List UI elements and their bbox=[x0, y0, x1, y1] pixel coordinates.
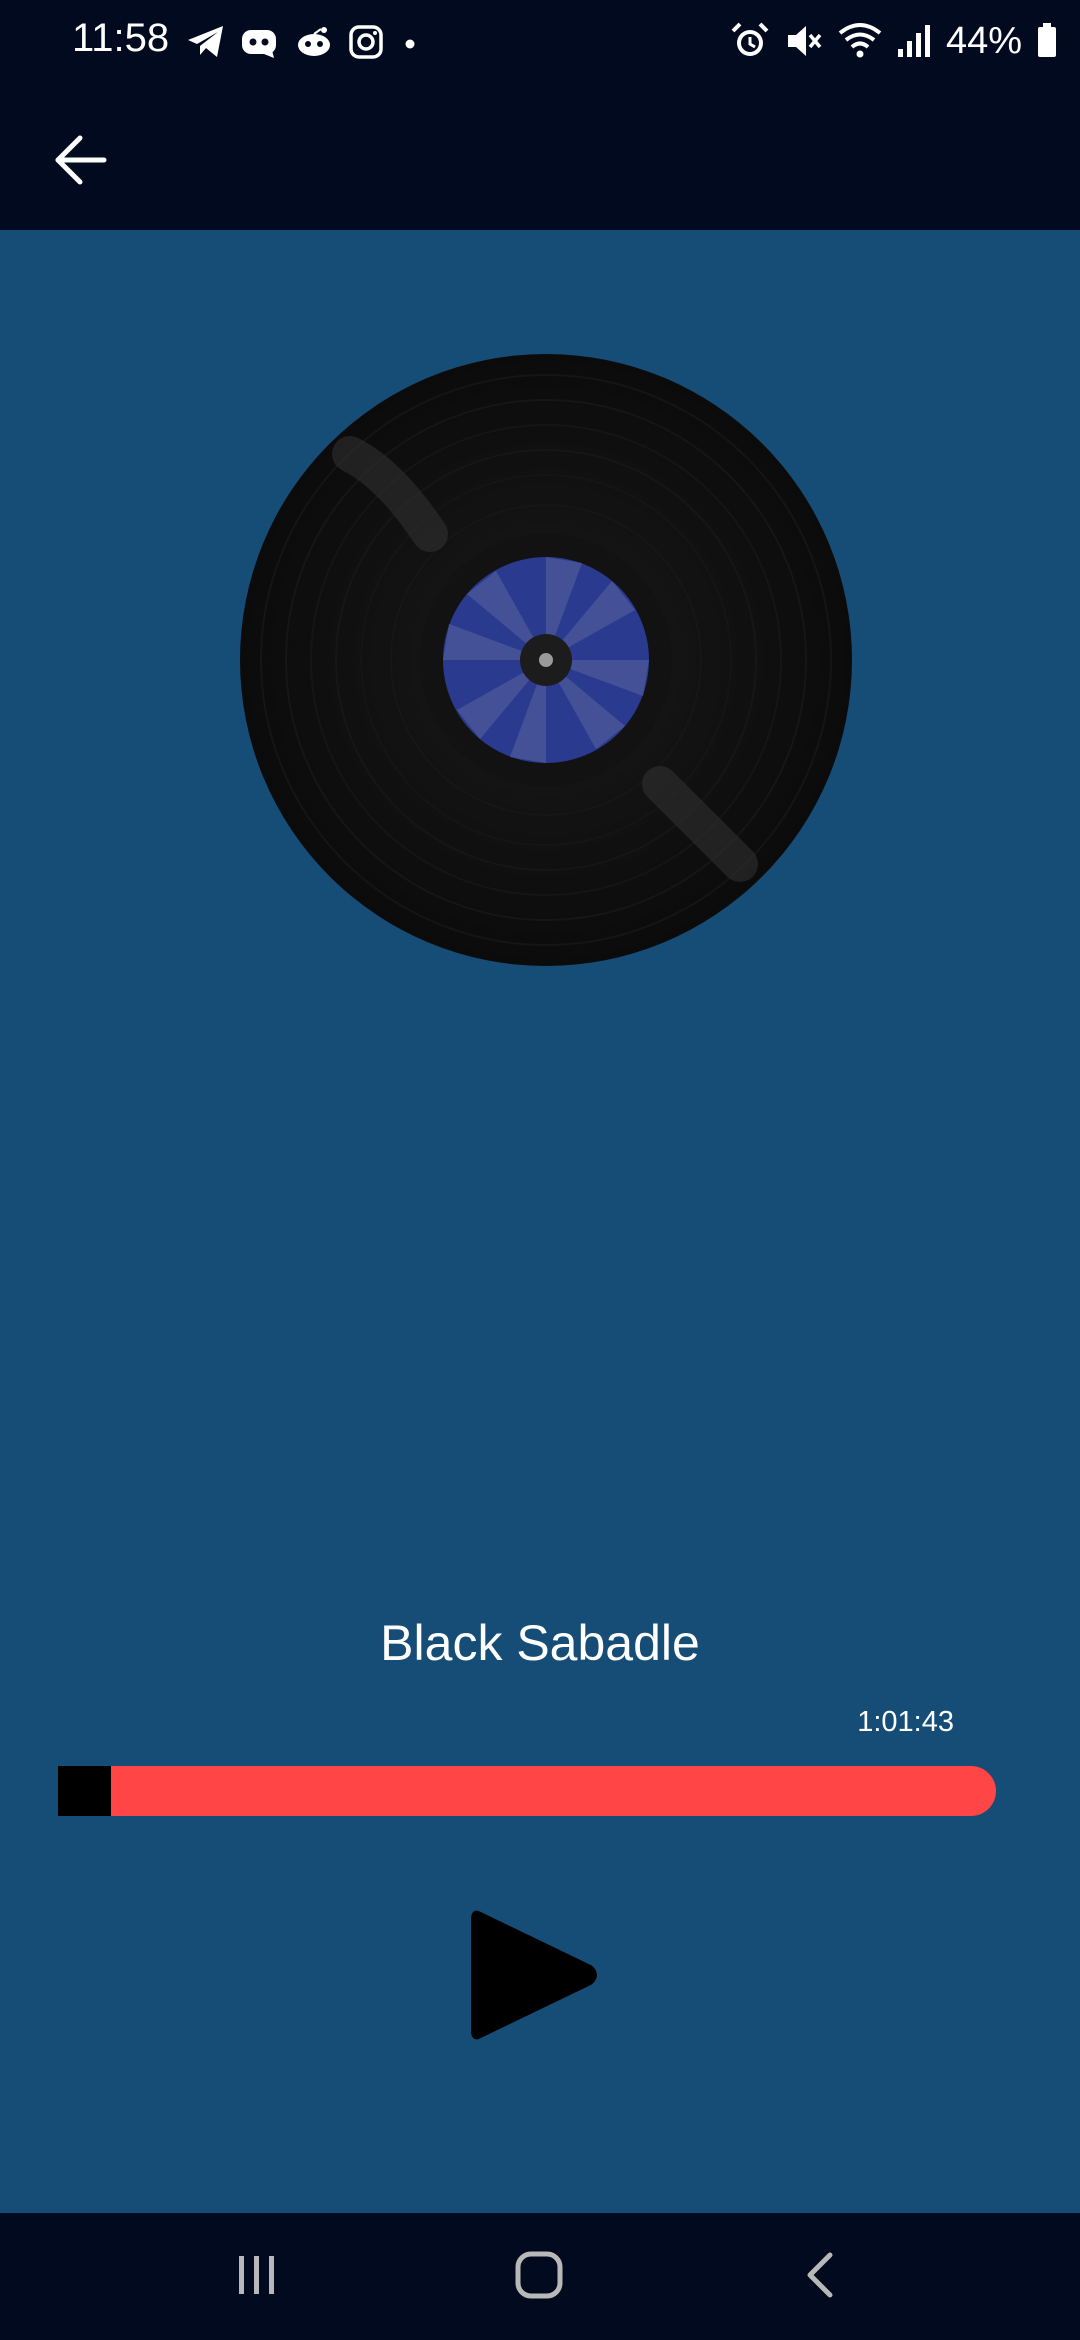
vinyl-record-icon bbox=[240, 354, 852, 966]
play-button[interactable] bbox=[470, 1906, 600, 2044]
system-back-button[interactable] bbox=[760, 2233, 880, 2321]
recent-apps-button[interactable] bbox=[197, 2233, 317, 2321]
instagram-icon bbox=[348, 24, 384, 60]
back-icon bbox=[800, 2249, 840, 2306]
discord-icon bbox=[240, 24, 280, 60]
track-title: Black Sabadle bbox=[380, 1615, 700, 1671]
play-icon bbox=[470, 1910, 600, 2048]
signal-icon bbox=[896, 21, 932, 61]
status-time: 11:58 bbox=[72, 16, 170, 60]
player-screen: Black Sabadle 1:01:43 bbox=[0, 230, 1080, 2213]
system-status: 44% bbox=[730, 18, 1058, 64]
progress-fill bbox=[58, 1766, 111, 1816]
home-button[interactable] bbox=[479, 2233, 599, 2321]
notification-dot-icon bbox=[398, 24, 422, 60]
alarm-icon bbox=[730, 21, 770, 61]
arrow-left-icon bbox=[52, 132, 108, 193]
back-button[interactable] bbox=[40, 122, 120, 202]
telegram-icon bbox=[186, 24, 226, 60]
battery-icon bbox=[1036, 21, 1058, 61]
battery-percentage: 44% bbox=[945, 19, 1022, 62]
progress-bar[interactable] bbox=[58, 1766, 996, 1816]
status-bar: 11:58 44% bbox=[0, 0, 1080, 82]
wifi-icon bbox=[838, 21, 882, 61]
track-duration: 1:01:43 bbox=[857, 1706, 954, 1738]
navigation-bar bbox=[0, 2213, 1080, 2340]
recent-apps-icon bbox=[233, 2251, 281, 2304]
mute-icon bbox=[784, 21, 824, 61]
app-bar bbox=[0, 82, 1080, 230]
notification-icons bbox=[186, 20, 422, 64]
reddit-icon bbox=[294, 24, 334, 60]
home-icon bbox=[513, 2249, 565, 2306]
